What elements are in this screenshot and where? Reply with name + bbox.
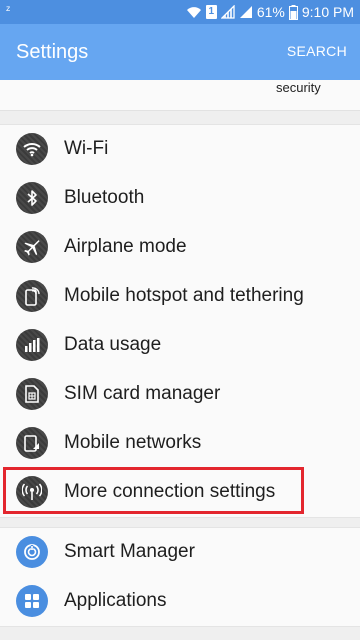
hotspot-icon: [16, 280, 48, 312]
settings-item-bluetooth[interactable]: Bluetooth: [0, 174, 360, 223]
search-button[interactable]: SEARCH: [287, 43, 347, 59]
settings-item-sim-card-manager[interactable]: SIM card manager: [0, 370, 360, 419]
signal-icon-1: [220, 5, 235, 19]
partial-settings-item[interactable]: security: [0, 80, 360, 111]
settings-item-airplane-mode[interactable]: Airplane mode: [0, 223, 360, 272]
settings-item-label: Data usage: [64, 334, 162, 355]
battery-icon: [288, 4, 298, 20]
settings-item-label: Mobile hotspot and tethering: [64, 285, 304, 306]
status-icons: 1 61% 9:10 PM: [186, 3, 354, 21]
signal-icon-2: [239, 5, 253, 19]
smart-manager-icon: [16, 536, 48, 568]
settings-item-label: SIM card manager: [64, 383, 221, 404]
more-connection-icon: [16, 476, 48, 508]
settings-item-label: Smart Manager: [64, 541, 195, 562]
sim-card-icon: [16, 378, 48, 410]
settings-item-label: More connection settings: [64, 481, 276, 502]
settings-item-more-connection-settings[interactable]: More connection settings: [0, 468, 360, 517]
mobile-networks-icon: [16, 427, 48, 459]
connections-group: Wi-Fi Bluetooth Airplane mode Mobile hot…: [0, 124, 360, 518]
settings-item-label: Wi-Fi: [64, 138, 109, 159]
app-bar: Settings SEARCH: [0, 24, 360, 80]
data-usage-icon: [16, 329, 48, 361]
wifi-status-icon: [186, 5, 202, 19]
settings-item-label: Bluetooth: [64, 187, 145, 208]
battery-percent: 61%: [256, 4, 285, 20]
settings-item-label: Airplane mode: [64, 236, 187, 257]
settings-item-mobile-hotspot[interactable]: Mobile hotspot and tethering: [0, 272, 360, 321]
settings-item-label: Mobile networks: [64, 432, 202, 453]
airplane-icon: [16, 231, 48, 263]
settings-screen: ᶻ 1 61% 9:10 PM Settings SEARCH security…: [0, 0, 360, 640]
settings-item-applications[interactable]: Applications: [0, 577, 360, 626]
settings-item-wifi[interactable]: Wi-Fi: [0, 125, 360, 174]
settings-item-smart-manager[interactable]: Smart Manager: [0, 528, 360, 577]
partial-item-label: security: [276, 80, 321, 95]
sim-badge: 1: [205, 5, 217, 19]
status-bar: ᶻ 1 61% 9:10 PM: [0, 0, 360, 24]
settings-item-label: Applications: [64, 590, 167, 611]
device-group: Smart Manager Applications: [0, 527, 360, 627]
settings-item-mobile-networks[interactable]: Mobile networks: [0, 419, 360, 468]
clock: 9:10 PM: [301, 4, 354, 20]
sim-badge-label: 1: [208, 6, 215, 17]
wifi-icon: [16, 133, 48, 165]
page-title: Settings: [16, 41, 89, 63]
bluetooth-icon: [16, 182, 48, 214]
applications-icon: [16, 585, 48, 617]
notification-glyph: ᶻ: [6, 3, 11, 17]
settings-item-data-usage[interactable]: Data usage: [0, 321, 360, 370]
